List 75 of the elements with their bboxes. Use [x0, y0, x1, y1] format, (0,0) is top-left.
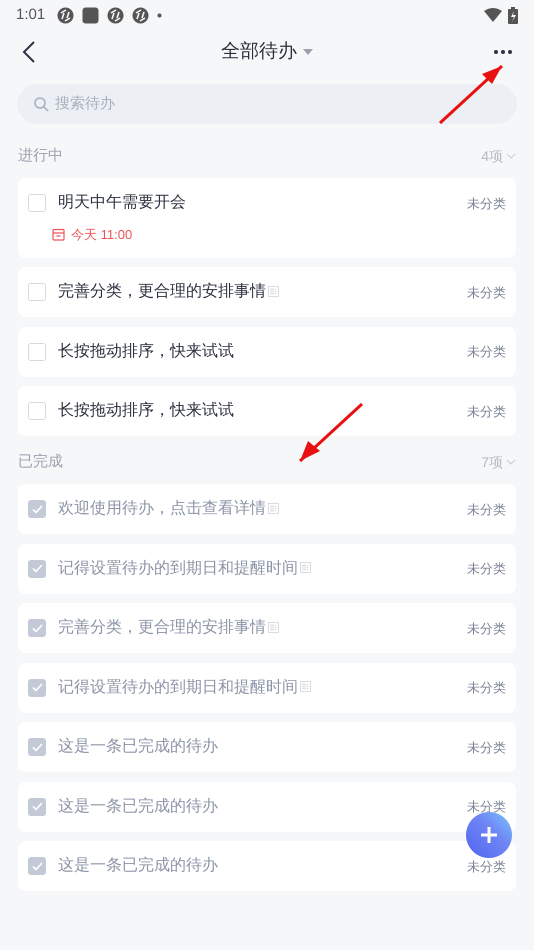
app-notification-icon: [82, 6, 100, 24]
check-icon: [32, 742, 42, 752]
section-title: 已完成: [18, 452, 63, 472]
title-dropdown[interactable]: 全部待办: [221, 38, 313, 66]
category-label: 未分类: [467, 286, 506, 298]
todo-title: 这是一条已完成的待办: [58, 736, 218, 757]
more-notifications-icon: [157, 12, 162, 18]
category-label: 未分类: [467, 681, 506, 694]
todo-title: 欢迎使用待办，点击查看详情: [58, 498, 266, 519]
todo-card[interactable]: 长按拖动排序，快来试试 未分类: [18, 326, 516, 376]
checkbox[interactable]: [28, 342, 46, 360]
category-label: 未分类: [467, 740, 506, 754]
todo-title: 完善分类，更合理的安排事情: [58, 617, 266, 638]
todo-title: 明天中午需要开会: [58, 192, 186, 213]
todo-card[interactable]: 明天中午需要开会 未分类 今天 11:00: [18, 178, 516, 258]
category-label: 未分类: [467, 345, 506, 358]
category-label: 未分类: [467, 562, 506, 575]
status-time: 1:01: [16, 4, 46, 25]
check-icon: [32, 504, 42, 514]
todo-card[interactable]: 完善分类，更合理的安排事情 未分类: [18, 267, 516, 317]
category-label: 未分类: [467, 622, 506, 634]
checkbox[interactable]: [28, 194, 46, 212]
check-icon: [32, 683, 42, 692]
todo-title: 完善分类，更合理的安排事情: [58, 281, 266, 302]
checkbox[interactable]: [28, 798, 46, 816]
back-icon: [22, 41, 36, 63]
check-icon: [32, 624, 42, 632]
todo-card[interactable]: 完善分类，更合理的安排事情 未分类: [18, 603, 516, 653]
checkbox[interactable]: [28, 619, 46, 637]
todo-card[interactable]: 这是一条已完成的待办 未分类: [18, 782, 516, 832]
todo-title: 这是一条已完成的待办: [58, 796, 218, 816]
checkbox[interactable]: [28, 678, 46, 696]
check-icon: [32, 564, 42, 573]
annotation-arrow: [436, 62, 506, 127]
calendar-icon: [52, 228, 65, 242]
section-title: 进行中: [18, 146, 63, 166]
todo-card[interactable]: 这是一条已完成的待办 未分类: [18, 841, 516, 891]
checkbox[interactable]: [28, 402, 46, 420]
checkbox[interactable]: [28, 560, 46, 578]
todo-title: 记得设置待办的到期日和提醒时间: [58, 678, 298, 698]
wifi-icon: [484, 8, 502, 22]
todo-card[interactable]: 记得设置待办的到期日和提醒时间 未分类: [18, 544, 516, 594]
category-label: 未分类: [467, 800, 506, 813]
checkbox[interactable]: [28, 738, 46, 756]
check-icon: [32, 802, 42, 811]
todo-title: 长按拖动排序，快来试试: [58, 400, 234, 421]
category-label: 未分类: [467, 860, 506, 872]
category-label: 未分类: [467, 502, 506, 516]
due-time: 今天 11:00: [71, 226, 132, 244]
todo-card[interactable]: 长按拖动排序，快来试试 未分类: [18, 386, 516, 436]
checkbox[interactable]: [28, 283, 46, 301]
todo-title: 长按拖动排序，快来试试: [58, 342, 234, 362]
category-label: 未分类: [467, 404, 506, 418]
todo-title: 这是一条已完成的待办: [58, 856, 218, 876]
todo-card[interactable]: 记得设置待办的到期日和提醒时间 未分类: [18, 662, 516, 712]
search-field[interactable]: 搜索待办: [17, 84, 517, 124]
search-icon: [34, 96, 49, 112]
app-notification-icon: [57, 6, 74, 24]
app-notification-icon: [107, 6, 124, 24]
category-label: 未分类: [467, 196, 506, 210]
app-notification-icon: [132, 6, 150, 24]
checkbox[interactable]: [28, 500, 46, 518]
more-button[interactable]: [492, 48, 514, 56]
checkbox[interactable]: [28, 857, 46, 875]
search-input[interactable]: 搜索待办: [55, 92, 500, 116]
annotation-arrow: [296, 400, 366, 465]
battery-icon: [508, 6, 518, 24]
todo-title: 记得设置待办的到期日和提醒时间: [58, 558, 298, 578]
caret-icon: [303, 49, 313, 55]
todo-card[interactable]: 这是一条已完成的待办 未分类: [18, 722, 516, 772]
chevron-icon: [506, 153, 516, 159]
plus-icon: [479, 825, 499, 845]
chevron-icon: [506, 459, 516, 465]
check-icon: [32, 862, 42, 870]
todo-card[interactable]: 欢迎使用待办，点击查看详情 未分类: [18, 484, 516, 534]
